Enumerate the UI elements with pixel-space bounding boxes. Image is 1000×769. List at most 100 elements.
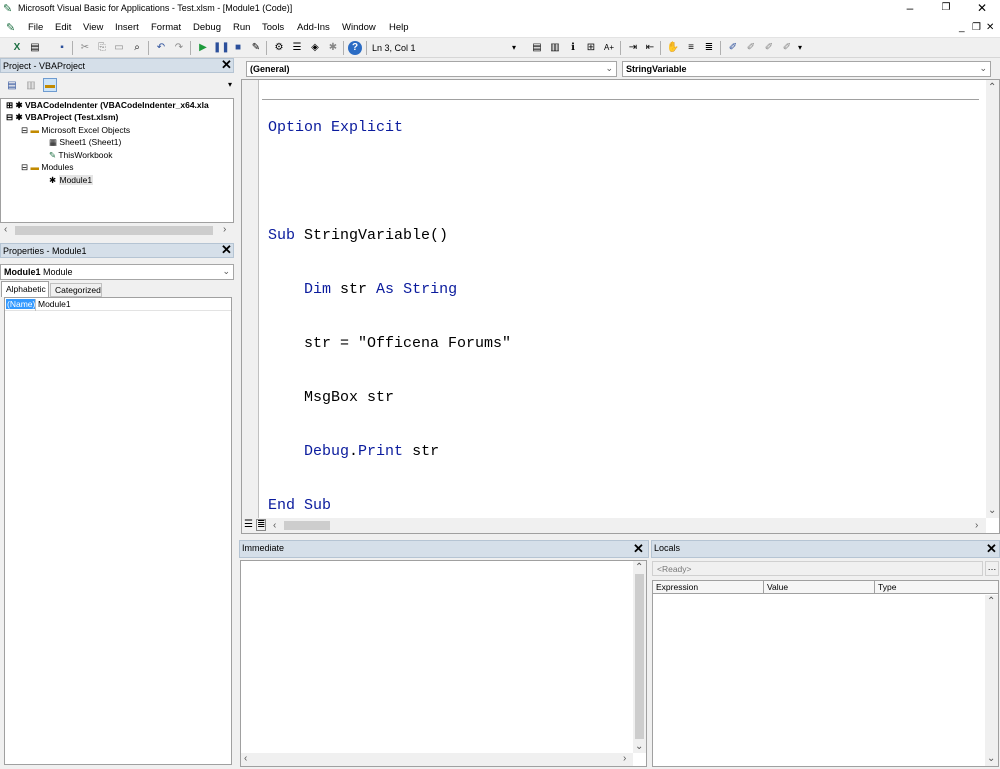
previous-bookmark-icon[interactable]: ✐ <box>762 41 776 55</box>
save-icon[interactable]: ▪ <box>55 41 69 55</box>
properties-window-icon[interactable]: ☰ <box>290 41 304 55</box>
clear-bookmarks-icon[interactable]: ✐ <box>780 41 794 55</box>
tree-item-vbaproject[interactable]: ⊟ ✱ VBAProject (Test.xlsm) <box>6 112 118 123</box>
properties-object-combo[interactable]: Module1 Module ⌄ <box>0 264 234 280</box>
menu-file[interactable]: File <box>28 22 43 33</box>
scroll-up-icon[interactable]: ⌃ <box>987 596 995 608</box>
collapse-icon[interactable]: ⊟ <box>21 162 28 172</box>
mdi-minimize-icon[interactable]: _ <box>959 22 965 33</box>
paste-icon[interactable]: ▭ <box>112 41 126 55</box>
expand-icon[interactable]: ⊞ <box>6 100 13 110</box>
close-locals-pane-icon[interactable]: ✕ <box>985 542 998 556</box>
project-toolbar-options-icon[interactable]: ▾ <box>226 78 234 92</box>
collapse-icon[interactable]: ⊟ <box>21 125 28 135</box>
menu-help[interactable]: Help <box>389 22 409 33</box>
design-mode-icon[interactable]: ✎ <box>249 41 263 55</box>
procedure-combo[interactable]: StringVariable ⌄ <box>622 61 991 77</box>
property-row[interactable]: (Name) Module1 <box>5 299 231 311</box>
menu-edit[interactable]: Edit <box>55 22 71 33</box>
menu-add-ins[interactable]: Add-Ins <box>297 22 330 33</box>
scroll-thumb[interactable] <box>15 226 213 235</box>
scroll-left-icon[interactable]: ‹ <box>4 224 7 236</box>
scroll-right-icon[interactable]: › <box>623 753 626 765</box>
procedure-view-icon[interactable]: ☰ <box>244 519 253 530</box>
tab-categorized[interactable]: Categorized <box>50 283 102 297</box>
break-icon[interactable]: ❚❚ <box>213 41 230 55</box>
code-vscroll[interactable]: ⌃ ⌄ <box>986 80 999 518</box>
code-hscroll[interactable]: ☰ ≣ ‹ › <box>242 518 986 533</box>
project-explorer-icon[interactable]: ⚙ <box>272 41 286 55</box>
minimize-button[interactable]: – <box>892 0 928 18</box>
chevron-down-icon[interactable]: ⌄ <box>222 266 230 277</box>
column-value[interactable]: Value <box>764 581 875 593</box>
view-object-icon[interactable]: ▥ <box>24 79 38 93</box>
outdent-icon[interactable]: ⇤ <box>643 41 657 55</box>
close-window-button[interactable]: ✕ <box>964 0 1000 18</box>
list-properties-icon[interactable]: ▤ <box>530 41 544 55</box>
restore-button[interactable]: ❐ <box>928 0 964 18</box>
tree-item-modules[interactable]: ⊟ ▬ Modules <box>21 162 74 173</box>
menu-debug[interactable]: Debug <box>193 22 221 33</box>
menu-run[interactable]: Run <box>233 22 250 33</box>
toolbox-icon[interactable]: ✱ <box>326 41 340 55</box>
next-bookmark-icon[interactable]: ✐ <box>744 41 758 55</box>
immediate-window[interactable]: ⌃ ⌄ ‹ › <box>240 560 647 767</box>
mdi-restore-icon[interactable]: ❐ <box>972 22 981 33</box>
immediate-hscroll[interactable]: ‹ › <box>241 753 633 766</box>
toolbar-options-icon[interactable]: ▾ <box>510 41 518 55</box>
locals-vscroll[interactable]: ⌃ ⌄ <box>985 595 998 766</box>
run-icon[interactable]: ▶ <box>196 41 210 55</box>
close-project-pane-icon[interactable]: ✕ <box>220 58 233 72</box>
mdi-close-icon[interactable]: ✕ <box>986 22 994 33</box>
scroll-down-icon[interactable]: ⌄ <box>635 741 643 753</box>
uncomment-block-icon[interactable]: ≣ <box>702 41 716 55</box>
view-excel-icon[interactable]: X <box>10 41 24 55</box>
parameter-info-icon[interactable]: ⊞ <box>584 41 598 55</box>
menu-view[interactable]: View <box>83 22 103 33</box>
call-stack-button[interactable]: … <box>985 561 999 576</box>
immediate-vscroll[interactable]: ⌃ ⌄ <box>633 561 646 753</box>
view-code-icon[interactable]: ▤ <box>5 79 19 93</box>
menu-format[interactable]: Format <box>151 22 181 33</box>
menu-window[interactable]: Window <box>342 22 376 33</box>
scroll-thumb[interactable] <box>284 521 330 530</box>
scroll-down-icon[interactable]: ⌄ <box>987 753 995 765</box>
object-combo[interactable]: (General) ⌄ <box>246 61 617 77</box>
chevron-down-icon[interactable]: ⌄ <box>605 63 613 74</box>
help-icon[interactable]: ? <box>348 41 362 55</box>
scroll-down-icon[interactable]: ⌄ <box>988 505 996 517</box>
scroll-right-icon[interactable]: › <box>223 224 226 236</box>
collapse-icon[interactable]: ⊟ <box>6 112 13 122</box>
indent-icon[interactable]: ⇥ <box>626 41 640 55</box>
cut-icon[interactable]: ✂ <box>78 41 92 55</box>
code-text[interactable]: Option Explicit Sub StringVariable() Dim… <box>268 83 511 551</box>
scroll-left-icon[interactable]: ‹ <box>244 753 247 765</box>
full-module-view-icon[interactable]: ≣ <box>256 519 267 531</box>
comment-block-icon[interactable]: ≡ <box>684 41 698 55</box>
complete-word-icon[interactable]: A+ <box>602 41 616 55</box>
chevron-down-icon[interactable]: ⌄ <box>979 63 987 74</box>
close-immediate-pane-icon[interactable]: ✕ <box>632 542 645 556</box>
edit-toolbar-options-icon[interactable]: ▾ <box>796 41 804 55</box>
menu-insert[interactable]: Insert <box>115 22 139 33</box>
reset-icon[interactable]: ■ <box>231 41 245 55</box>
object-browser-icon[interactable]: ◈ <box>308 41 322 55</box>
column-expression[interactable]: Expression <box>653 581 764 593</box>
tree-item-module1[interactable]: ✱ Module1 <box>49 175 94 186</box>
insert-module-icon[interactable]: ▤ <box>28 41 42 55</box>
copy-icon[interactable]: ⎘ <box>95 41 109 55</box>
toggle-breakpoint-icon[interactable]: ✋ <box>666 41 680 55</box>
code-editor[interactable]: Option Explicit Sub StringVariable() Dim… <box>241 79 1000 534</box>
property-value[interactable]: Module1 <box>38 299 71 309</box>
vba-menu-icon[interactable]: ✎ <box>6 21 15 34</box>
scroll-up-icon[interactable]: ⌃ <box>988 82 996 94</box>
tree-item-vbacodeindenter[interactable]: ⊞ ✱ VBACodeIndenter (VBACodeIndenter_x64… <box>6 100 209 111</box>
tree-item-sheet1[interactable]: ▦ Sheet1 (Sheet1) <box>49 137 121 148</box>
quick-info-icon[interactable]: ℹ <box>566 41 580 55</box>
column-type[interactable]: Type <box>875 581 998 593</box>
tree-item-thisworkbook[interactable]: ✎ ThisWorkbook <box>49 150 113 161</box>
menu-tools[interactable]: Tools <box>262 22 284 33</box>
close-properties-pane-icon[interactable]: ✕ <box>220 243 233 257</box>
redo-icon[interactable]: ↷ <box>172 41 186 55</box>
margin-indicator-bar[interactable] <box>242 80 259 518</box>
